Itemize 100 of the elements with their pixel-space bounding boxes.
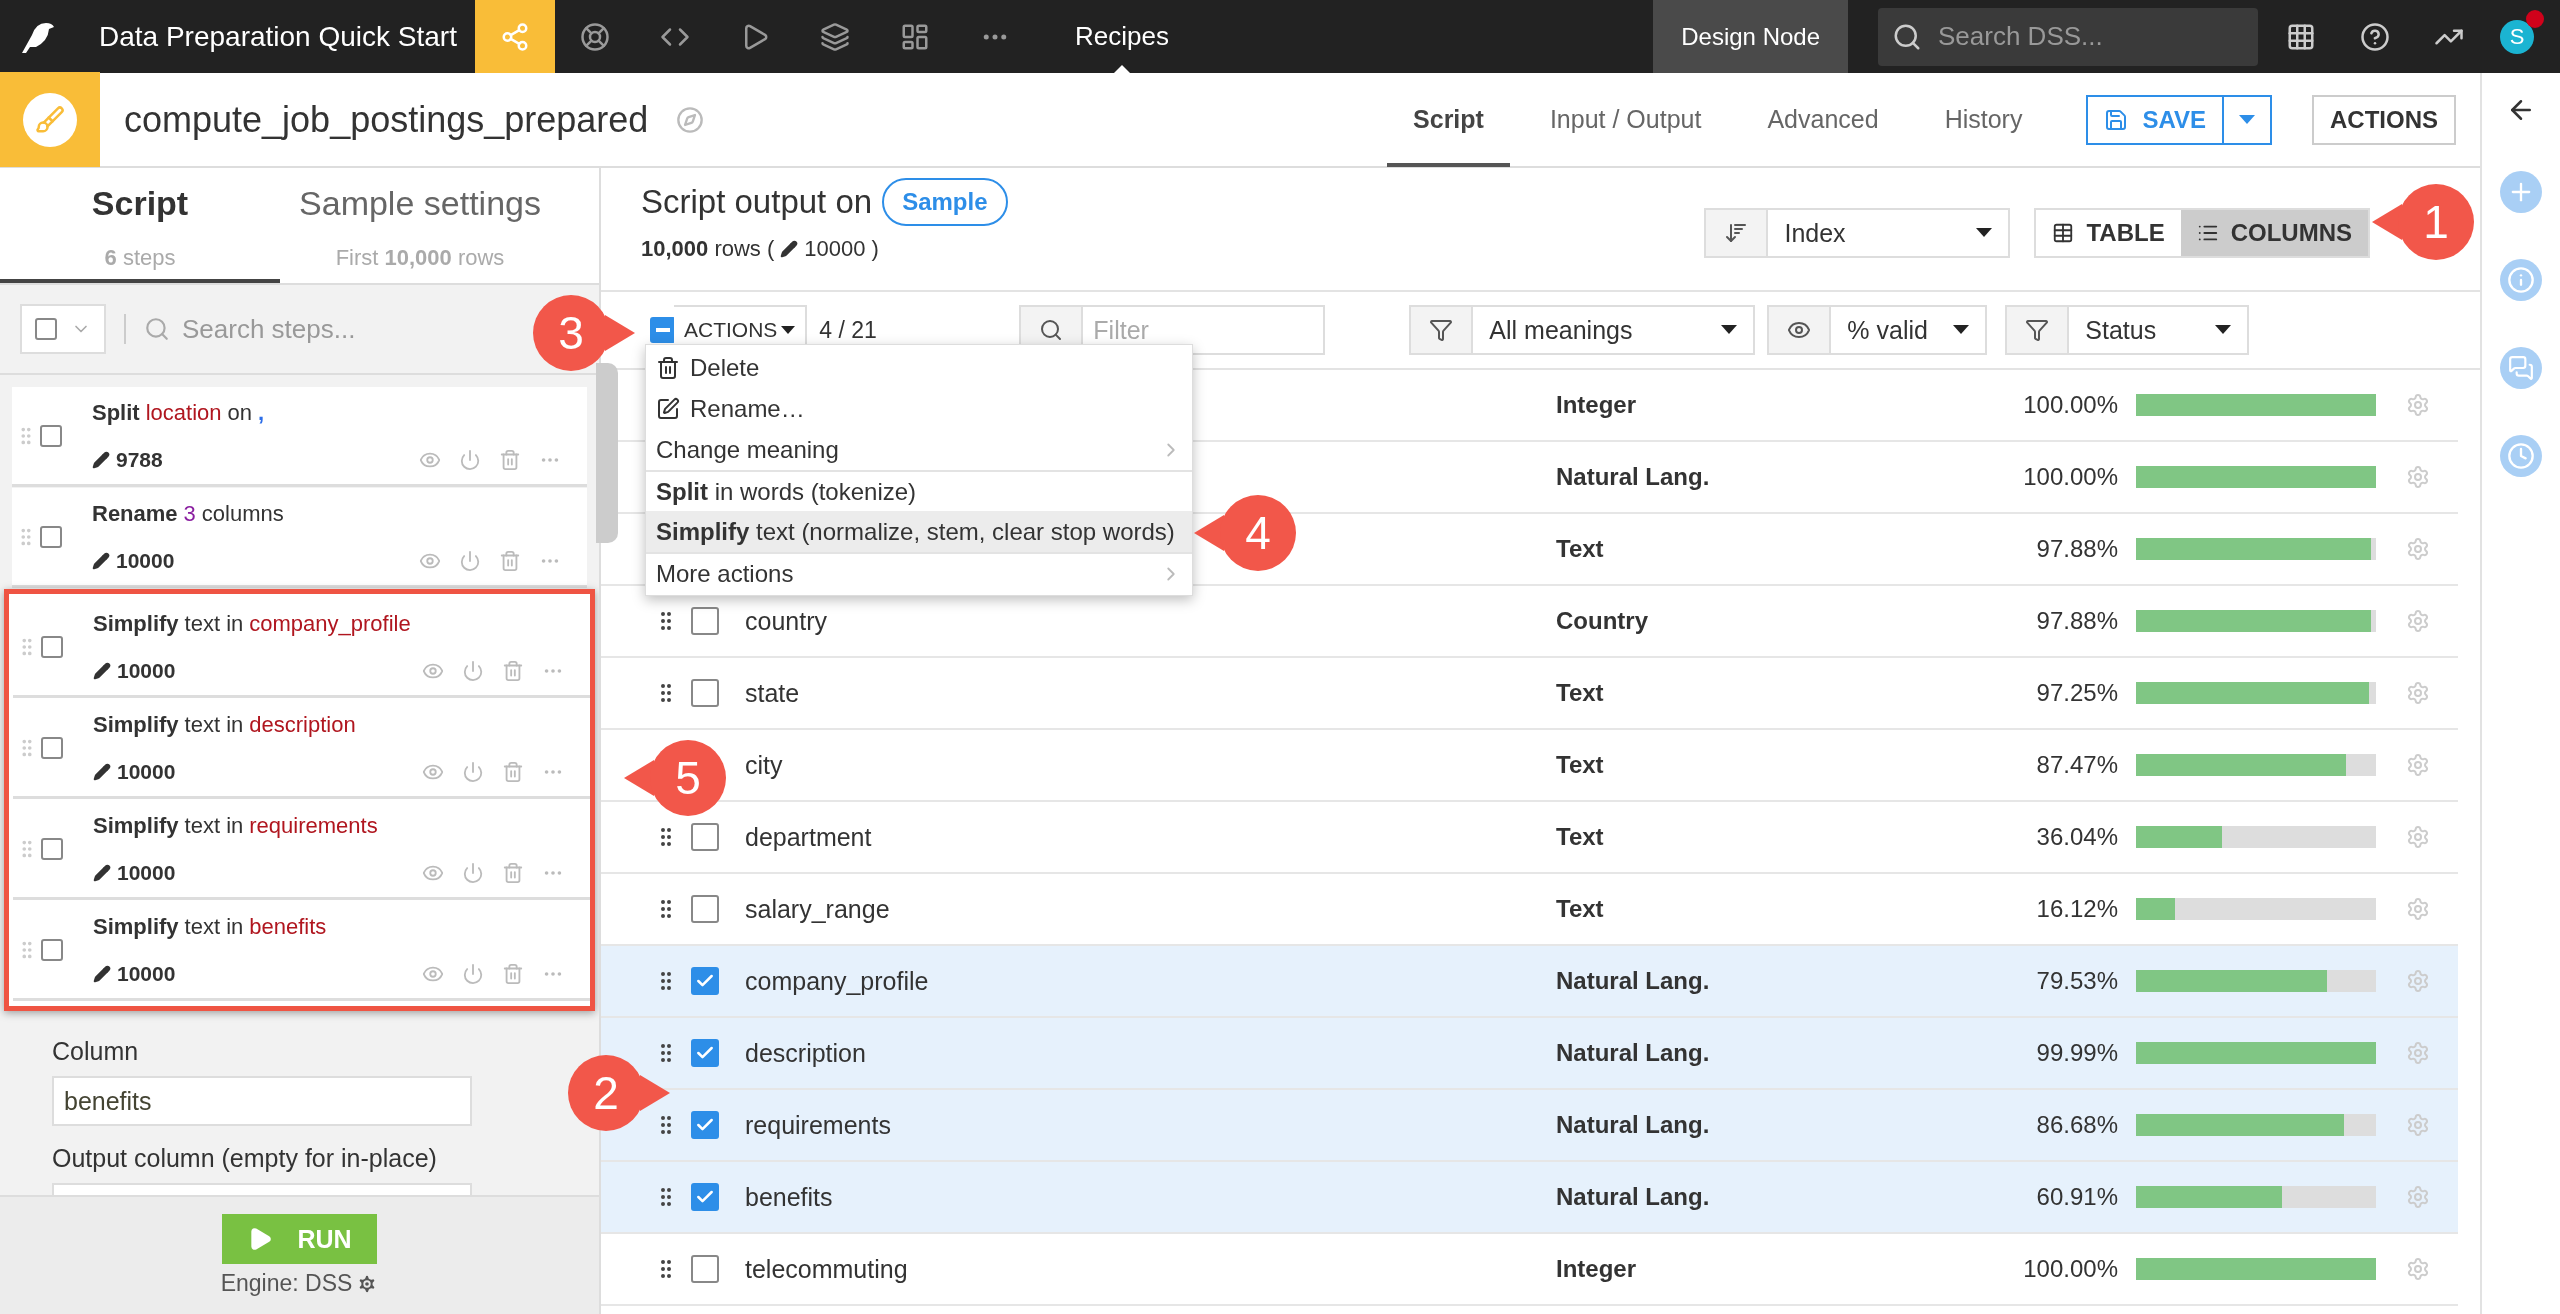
power-icon[interactable] <box>462 962 484 985</box>
field-label: Output column (empty for in-place) <box>52 1144 438 1173</box>
row-count: 10000 <box>117 961 176 986</box>
step-title: Simplify text in description <box>93 711 357 738</box>
step-title: Rename 3 columns <box>92 500 285 527</box>
trash-icon[interactable] <box>499 448 521 471</box>
valid-percentage: 100.00% <box>2022 391 2118 419</box>
add-icon[interactable] <box>2500 171 2542 213</box>
step-title: Simplify text in requirements <box>93 812 379 839</box>
column-checkbox[interactable] <box>691 1183 719 1211</box>
column-meaning: Country <box>1556 607 1649 635</box>
chat-icon[interactable] <box>2500 347 2542 389</box>
column-name: department <box>744 822 873 852</box>
step-card[interactable]: Simplify text in company_profile 10000 <box>13 598 590 698</box>
valid-percentage: 97.88% <box>2035 607 2118 635</box>
step-checkbox[interactable] <box>40 424 62 447</box>
valid-percentage: 87.47% <box>2035 751 2118 779</box>
column-checkbox[interactable] <box>691 607 719 635</box>
trash-icon[interactable] <box>502 861 524 884</box>
step-checkbox[interactable] <box>41 635 63 658</box>
column-meaning: Integer <box>1556 391 1637 419</box>
valid-percentage: 60.91% <box>2035 1183 2118 1211</box>
column-checkbox[interactable] <box>691 1039 719 1067</box>
info-icon[interactable] <box>2500 259 2542 301</box>
pencil-icon <box>93 964 111 983</box>
step-card[interactable]: Simplify text in description 10000 <box>13 699 590 799</box>
row-count: 10000 <box>117 658 176 683</box>
step-card[interactable]: Rename 3 columns 10000 <box>12 488 587 588</box>
column-meaning: Natural Lang. <box>1556 1111 1711 1139</box>
pencil-icon <box>92 551 110 570</box>
menu-item[interactable]: More actions <box>646 552 1192 593</box>
search-steps-field[interactable]: Search steps... <box>180 312 480 346</box>
trash-icon[interactable] <box>502 962 524 985</box>
column-name: city <box>744 750 784 780</box>
search-field[interactable]: Search DSS... <box>1936 20 2236 53</box>
menu-item[interactable]: Simplify text (normalize, stem, clear stop words) <box>646 511 1192 552</box>
column-checkbox[interactable] <box>691 895 719 923</box>
step-title: Split location on , <box>92 399 266 426</box>
recipe-tab[interactable]: Input / Output <box>1523 72 1728 167</box>
power-icon[interactable] <box>462 659 484 682</box>
menu-item[interactable]: Delete <box>646 347 1192 388</box>
trash-icon[interactable] <box>499 549 521 572</box>
trash-icon[interactable] <box>502 659 524 682</box>
step-checkbox[interactable] <box>41 837 63 860</box>
step-card[interactable]: Simplify text in requirements 10000 <box>13 800 590 900</box>
power-icon[interactable] <box>462 760 484 783</box>
recipe-tab[interactable]: History <box>1918 72 2049 167</box>
column-meaning: Natural Lang. <box>1556 463 1711 491</box>
valid-percentage: 99.99% <box>2035 1039 2118 1067</box>
row-count: 10000 <box>116 548 175 573</box>
recipe-name: compute_job_postings_prepared <box>124 98 649 141</box>
power-icon[interactable] <box>459 448 481 471</box>
search-box[interactable]: Search DSS... <box>1878 7 2258 66</box>
column-meaning: Text <box>1556 679 1605 707</box>
edit-icon <box>656 396 680 421</box>
step-checkbox[interactable] <box>40 525 62 548</box>
power-icon[interactable] <box>459 549 481 572</box>
column-meaning: Integer <box>1556 1255 1637 1283</box>
valid-percentage: 36.04% <box>2035 823 2118 851</box>
rows-summary: 10,000 rows ( <box>641 236 775 262</box>
view-toggle[interactable]: COLUMNS <box>2180 210 2368 256</box>
menu-item[interactable]: Rename… <box>646 388 1192 429</box>
table-icon <box>2052 222 2075 244</box>
column-checkbox[interactable] <box>691 967 719 995</box>
column-meaning: Text <box>1556 535 1605 563</box>
column-checkbox[interactable] <box>691 823 719 851</box>
input-field[interactable]: benefits <box>52 1076 472 1126</box>
column-checkbox[interactable] <box>691 1111 719 1139</box>
save-icon <box>2104 107 2129 132</box>
trash-icon[interactable] <box>502 760 524 783</box>
row-count: 10000 <box>117 860 176 885</box>
step-checkbox[interactable] <box>41 736 63 759</box>
menu-item[interactable]: Change meaning <box>646 429 1192 470</box>
recipe-tab[interactable]: Advanced <box>1741 72 1905 167</box>
pencil-icon <box>93 863 111 882</box>
power-icon[interactable] <box>462 861 484 884</box>
caret-icon <box>2239 114 2255 125</box>
column-name: requirements <box>744 1110 892 1140</box>
select-steps-dropdown[interactable] <box>20 304 106 354</box>
step-title: Simplify text in company_profile <box>93 610 412 637</box>
column-meaning: Text <box>1556 751 1605 779</box>
menu-item[interactable]: Split in words (tokenize) <box>646 470 1192 511</box>
node-label[interactable]: Design Node <box>1653 0 1848 73</box>
step-card[interactable]: Split location on , 9788 <box>12 387 587 487</box>
step-card[interactable]: Simplify text in benefits 10000 <box>13 901 590 1001</box>
scrollbar-handle[interactable] <box>596 363 618 543</box>
section-title[interactable]: Recipes <box>1074 0 1169 73</box>
step-checkbox[interactable] <box>41 938 63 961</box>
compass-icon <box>676 105 705 134</box>
select-all-checkbox[interactable] <box>650 317 676 343</box>
column-checkbox[interactable] <box>691 679 719 707</box>
step-title: Simplify text in benefits <box>93 913 328 940</box>
actions-button[interactable]: ACTIONS <box>2312 94 2456 145</box>
valid-percentage: 100.00% <box>2022 463 2118 491</box>
trash-icon <box>656 355 680 380</box>
clock-icon[interactable] <box>2500 435 2542 477</box>
valid-percentage: 79.53% <box>2035 967 2118 995</box>
sample-count: 10000 ) <box>804 236 879 262</box>
column-checkbox[interactable] <box>691 1255 719 1283</box>
pencil-icon <box>780 240 799 258</box>
